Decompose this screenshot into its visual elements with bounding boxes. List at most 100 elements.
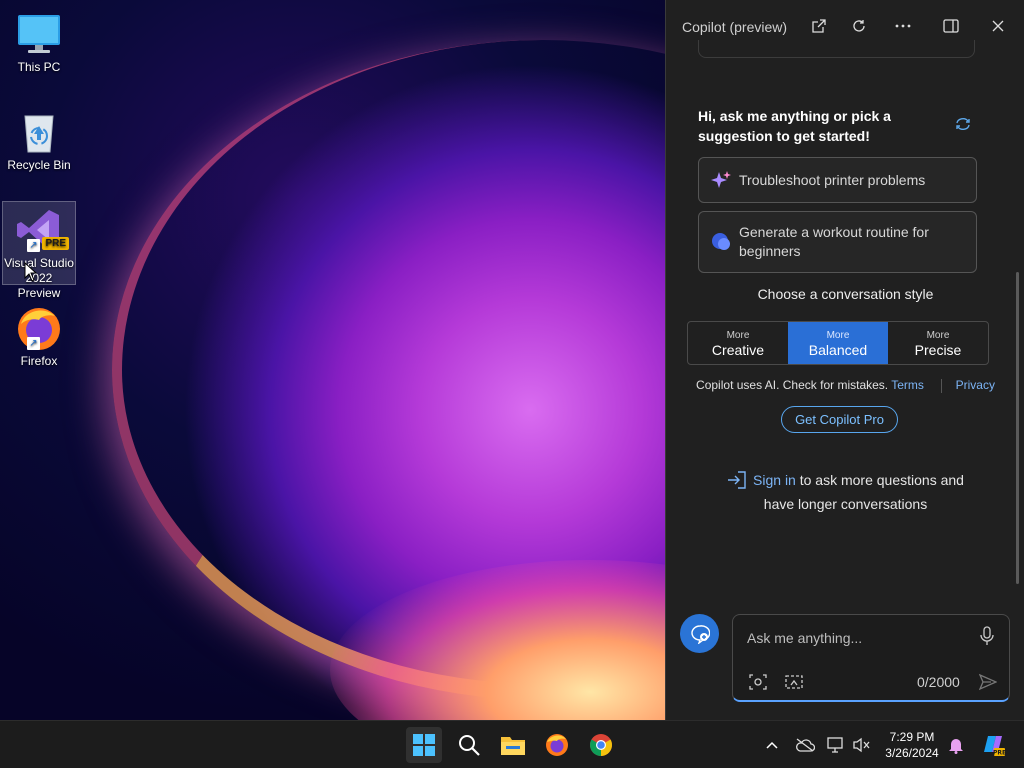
svg-text:PRE: PRE <box>993 750 1006 757</box>
wallpaper-glow <box>330 560 665 720</box>
microphone-icon <box>980 626 994 645</box>
new-suggestions-button[interactable] <box>954 115 974 135</box>
screenshot-button[interactable] <box>783 671 805 693</box>
more-options-button[interactable] <box>893 16 913 36</box>
sign-in-text-line1: to ask more questions and <box>799 472 964 488</box>
desktop: This PC Recycle Bin PRE ↗ Visual Studio … <box>0 0 665 720</box>
monitor-icon <box>15 10 63 58</box>
desktop-icon-label: Recycle Bin <box>7 158 71 172</box>
desktop-icon-label-line2: 2022 Preview <box>17 271 61 300</box>
refresh-icon <box>853 20 865 32</box>
pre-badge: PRE <box>42 237 69 250</box>
desktop-icon-label-line1: Visual Studio <box>4 256 74 270</box>
shortcut-arrow-icon: ↗ <box>27 239 40 252</box>
suggestion-chip[interactable]: Generate a workout routine for beginners <box>698 211 977 273</box>
more-icon <box>895 24 911 28</box>
chevron-up-icon <box>766 741 778 749</box>
screenshot-icon <box>785 675 803 689</box>
desktop-icon-recycle-bin[interactable]: Recycle Bin <box>2 104 76 173</box>
dock-sidebar-button[interactable] <box>941 16 961 36</box>
clock-date: 3/26/2024 <box>885 746 939 760</box>
wallpaper-rim <box>112 40 665 700</box>
shortcut-arrow-icon: ↗ <box>27 337 40 350</box>
copilot-panel: Copilot (preview) Hi, ask me anything or… <box>665 0 1024 720</box>
close-button[interactable] <box>988 16 1008 36</box>
notifications-button[interactable] <box>946 735 966 755</box>
style-label: Balanced <box>808 342 868 358</box>
show-hidden-icons-button[interactable] <box>762 735 782 755</box>
sign-in-text-line2: have longer conversations <box>763 496 928 512</box>
start-button[interactable] <box>406 727 442 763</box>
copilot-title: Copilot (preview) <box>682 19 788 35</box>
taskbar-search-button[interactable] <box>451 727 487 763</box>
divider <box>941 378 943 393</box>
desktop-icon-label: Firefox <box>20 354 58 368</box>
character-count: 0/2000 <box>917 674 960 690</box>
visual-studio-icon: PRE ↗ <box>15 206 69 254</box>
suggestion-chip[interactable]: Troubleshoot printer problems <box>698 157 977 203</box>
new-topic-button[interactable] <box>680 614 719 653</box>
chrome-icon <box>590 734 612 756</box>
cloud-offline-icon <box>796 738 815 752</box>
bell-icon <box>949 739 963 754</box>
open-external-icon <box>812 19 826 33</box>
clock[interactable]: 7:29 PM 3/26/2024 <box>876 729 948 761</box>
search-icon <box>459 735 480 756</box>
scrollbar[interactable] <box>1016 272 1019 584</box>
network-icon <box>827 737 843 753</box>
new-chat-icon <box>690 624 710 644</box>
sign-in-link[interactable]: Sign in <box>753 472 796 488</box>
clock-time: 7:29 PM <box>889 730 935 744</box>
sign-in-icon <box>727 471 747 494</box>
onedrive-tray-button[interactable] <box>795 735 815 755</box>
file-explorer-button[interactable] <box>495 727 531 763</box>
file-explorer-icon <box>501 737 525 755</box>
sidebar-icon <box>943 19 959 33</box>
conversation-style-selector: More Creative More Balanced More Precise <box>687 321 989 365</box>
add-image-button[interactable] <box>747 671 769 693</box>
style-balanced-button[interactable]: More Balanced <box>788 322 888 364</box>
style-label: Precise <box>914 342 962 358</box>
disclaimer-text: Copilot uses AI. Check for mistakes. <box>696 378 889 392</box>
refresh-button[interactable] <box>849 16 869 36</box>
desktop-icon-firefox[interactable]: ↗ Firefox <box>2 300 76 369</box>
taskbar-firefox-button[interactable] <box>539 727 575 763</box>
conversation-style-title: Choose a conversation style <box>757 286 934 302</box>
chat-input[interactable] <box>747 627 967 649</box>
speaker-muted-icon <box>853 737 870 753</box>
firefox-icon <box>546 734 568 756</box>
firefox-icon: ↗ <box>15 304 63 352</box>
suggestion-label: Generate a workout routine for beginners <box>739 224 929 259</box>
suggestion-label: Troubleshoot printer problems <box>739 172 926 188</box>
chat-input-box: 0/2000 <box>732 614 1010 702</box>
close-icon <box>992 20 1004 32</box>
sparkle-icon <box>711 170 731 190</box>
taskbar-chrome-button[interactable] <box>583 727 619 763</box>
send-button[interactable] <box>977 671 999 693</box>
style-small-label: More <box>826 330 850 341</box>
volume-tray-button[interactable] <box>852 735 872 755</box>
style-creative-button[interactable]: More Creative <box>688 322 788 364</box>
previous-card-edge <box>698 40 975 58</box>
taskbar: 7:29 PM 3/26/2024 PRE <box>0 720 1024 768</box>
style-small-label: More <box>726 330 750 341</box>
copilot-taskbar-button[interactable]: PRE <box>980 732 1006 758</box>
style-precise-button[interactable]: More Precise <box>888 322 988 364</box>
style-small-label: More <box>926 330 950 341</box>
terms-link[interactable]: Terms <box>891 378 924 392</box>
network-tray-button[interactable] <box>826 735 846 755</box>
open-in-new-window-button[interactable] <box>809 16 829 36</box>
desktop-icon-this-pc[interactable]: This PC <box>2 6 76 75</box>
sign-in-prompt: Sign in to ask more questions and have l… <box>666 470 1024 514</box>
style-label: Creative <box>711 342 765 358</box>
mouse-pointer-icon <box>24 261 38 287</box>
desktop-icon-visual-studio[interactable]: PRE ↗ Visual Studio 2022 Preview <box>2 201 76 300</box>
voice-input-button[interactable] <box>976 625 998 647</box>
desktop-icon-label: This PC <box>17 60 61 74</box>
send-icon <box>979 673 997 691</box>
get-copilot-pro-button[interactable]: Get Copilot Pro <box>781 406 898 433</box>
windows-start-icon <box>413 734 435 756</box>
privacy-link[interactable]: Privacy <box>956 378 995 392</box>
greeting-text: Hi, ask me anything or pick a suggestion… <box>698 108 891 144</box>
cycle-icon <box>956 118 970 130</box>
